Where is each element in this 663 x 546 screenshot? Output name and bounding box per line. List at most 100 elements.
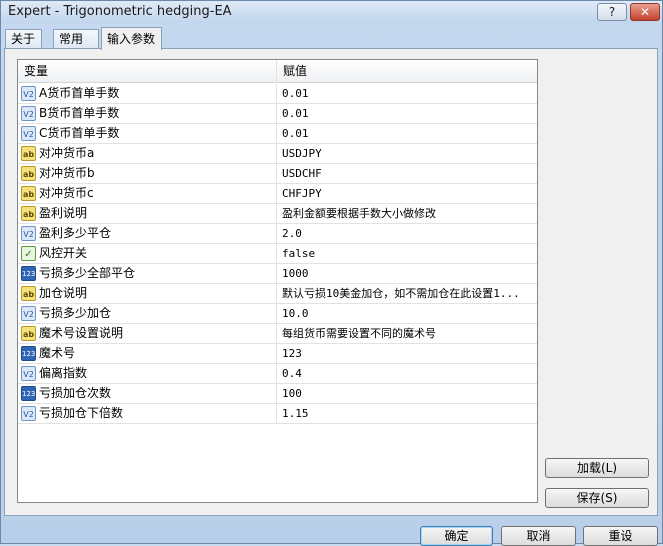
parameter-name-cell: ab 魔术号设置说明 xyxy=(18,324,277,344)
parameter-name-cell: 123 魔术号 xyxy=(18,344,277,364)
parameter-name: 盈利多少平仓 xyxy=(39,226,112,240)
reset-button[interactable]: 重设 xyxy=(583,526,658,546)
expert-properties-dialog: Expert - Trigonometric hedging-EA ? ✕ 关于… xyxy=(0,0,663,546)
parameter-row[interactable]: 123 亏损加仓次数 100 xyxy=(18,384,537,404)
integer-type-icon: 123 xyxy=(21,266,36,281)
parameter-value[interactable]: USDJPY xyxy=(277,144,537,164)
parameter-row[interactable]: ✓ 风控开关 false xyxy=(18,244,537,264)
tab-input-parameters[interactable]: 输入参数 xyxy=(101,27,162,50)
parameter-row[interactable]: V2 亏损加仓下倍数 1.15 xyxy=(18,404,537,424)
ok-button[interactable]: 确定 xyxy=(420,526,493,546)
parameter-name-cell: ab 对冲货币c xyxy=(18,184,277,204)
parameter-value[interactable]: 100 xyxy=(277,384,537,404)
string-type-icon: ab xyxy=(21,186,36,201)
parameter-row[interactable]: V2 偏离指数 0.4 xyxy=(18,364,537,384)
string-type-icon: ab xyxy=(21,166,36,181)
parameter-value[interactable]: 每组货币需要设置不同的魔术号 xyxy=(277,324,537,344)
close-button[interactable]: ✕ xyxy=(630,3,660,21)
tab-panel-input-parameters: 变量 赋值 V2 A货币首单手数 0.01 V2 B货币首单手数 0.01 V2 C货币首单手… xyxy=(4,48,658,516)
double-type-icon: V2 xyxy=(21,106,36,121)
string-type-icon: ab xyxy=(21,206,36,221)
bool-type-icon: ✓ xyxy=(21,246,36,261)
parameter-name: 对冲货币a xyxy=(39,146,95,160)
parameter-name-cell: ✓ 风控开关 xyxy=(18,244,277,264)
parameter-value[interactable]: CHFJPY xyxy=(277,184,537,204)
parameter-name-cell: V2 亏损多少加仓 xyxy=(18,304,277,324)
tab-common[interactable]: 常用 xyxy=(53,29,99,49)
parameter-value[interactable]: 2.0 xyxy=(277,224,537,244)
parameter-name: 魔术号 xyxy=(39,346,76,360)
parameter-value[interactable]: USDCHF xyxy=(277,164,537,184)
parameter-name-cell: 123 亏损加仓次数 xyxy=(18,384,277,404)
parameter-value[interactable]: 123 xyxy=(277,344,537,364)
window-title: Expert - Trigonometric hedging-EA xyxy=(8,4,232,19)
parameter-name-cell: V2 C货币首单手数 xyxy=(18,124,277,144)
parameter-row[interactable]: 123 亏损多少全部平仓 1000 xyxy=(18,264,537,284)
double-type-icon: V2 xyxy=(21,306,36,321)
parameter-name-cell: ab 对冲货币b xyxy=(18,164,277,184)
double-type-icon: V2 xyxy=(21,126,36,141)
parameter-row[interactable]: V2 盈利多少平仓 2.0 xyxy=(18,224,537,244)
parameter-rows: V2 A货币首单手数 0.01 V2 B货币首单手数 0.01 V2 C货币首单手数 0.01 a… xyxy=(18,84,537,424)
parameter-value[interactable]: 1000 xyxy=(277,264,537,284)
grid-header: 变量 赋值 xyxy=(18,60,537,83)
parameter-row[interactable]: ab 魔术号设置说明 每组货币需要设置不同的魔术号 xyxy=(18,324,537,344)
parameter-row[interactable]: V2 A货币首单手数 0.01 xyxy=(18,84,537,104)
parameter-name-cell: V2 A货币首单手数 xyxy=(18,84,277,104)
string-type-icon: ab xyxy=(21,146,36,161)
parameter-row[interactable]: ab 加仓说明 默认亏损10美金加仓，如不需加仓在此设置1... xyxy=(18,284,537,304)
parameter-name-cell: ab 加仓说明 xyxy=(18,284,277,304)
parameter-row[interactable]: ab 对冲货币b USDCHF xyxy=(18,164,537,184)
string-type-icon: ab xyxy=(21,326,36,341)
load-button[interactable]: 加载(L) xyxy=(545,458,649,478)
parameter-name: A货币首单手数 xyxy=(39,86,120,100)
parameter-value[interactable]: 1.15 xyxy=(277,404,537,424)
parameter-name: 偏离指数 xyxy=(39,366,88,380)
parameter-row[interactable]: V2 C货币首单手数 0.01 xyxy=(18,124,537,144)
column-header-variable[interactable]: 变量 xyxy=(18,60,277,83)
parameter-name: 对冲货币b xyxy=(39,166,95,180)
cancel-button[interactable]: 取消 xyxy=(501,526,576,546)
parameter-name: 亏损多少加仓 xyxy=(39,306,112,320)
parameter-row[interactable]: 123 魔术号 123 xyxy=(18,344,537,364)
parameter-value[interactable]: 盈利金额要根据手数大小做修改 xyxy=(277,204,537,224)
parameter-row[interactable]: V2 B货币首单手数 0.01 xyxy=(18,104,537,124)
parameter-value[interactable]: 0.01 xyxy=(277,104,537,124)
title-bar[interactable]: Expert - Trigonometric hedging-EA ? ✕ xyxy=(1,1,662,23)
double-type-icon: V2 xyxy=(21,226,36,241)
parameter-name: 亏损加仓下倍数 xyxy=(39,406,124,420)
parameter-name: 亏损多少全部平仓 xyxy=(39,266,136,280)
parameter-name: 对冲货币c xyxy=(39,186,94,200)
save-button[interactable]: 保存(S) xyxy=(545,488,649,508)
parameter-name-cell: V2 偏离指数 xyxy=(18,364,277,384)
parameters-grid[interactable]: 变量 赋值 V2 A货币首单手数 0.01 V2 B货币首单手数 0.01 V2 C货币首单手… xyxy=(17,59,538,503)
parameter-row[interactable]: ab 盈利说明 盈利金额要根据手数大小做修改 xyxy=(18,204,537,224)
string-type-icon: ab xyxy=(21,286,36,301)
help-button[interactable]: ? xyxy=(597,3,627,21)
parameter-value[interactable]: false xyxy=(277,244,537,264)
parameter-name: 风控开关 xyxy=(39,246,88,260)
integer-type-icon: 123 xyxy=(21,386,36,401)
parameter-name-cell: V2 盈利多少平仓 xyxy=(18,224,277,244)
double-type-icon: V2 xyxy=(21,86,36,101)
parameter-value[interactable]: 10.0 xyxy=(277,304,537,324)
parameter-name: 加仓说明 xyxy=(39,286,88,300)
parameter-name: 亏损加仓次数 xyxy=(39,386,112,400)
parameter-row[interactable]: V2 亏损多少加仓 10.0 xyxy=(18,304,537,324)
parameter-name: 盈利说明 xyxy=(39,206,88,220)
parameter-row[interactable]: ab 对冲货币a USDJPY xyxy=(18,144,537,164)
parameter-name-cell: V2 B货币首单手数 xyxy=(18,104,277,124)
parameter-row[interactable]: ab 对冲货币c CHFJPY xyxy=(18,184,537,204)
parameter-value[interactable]: 0.01 xyxy=(277,124,537,144)
parameter-name: 魔术号设置说明 xyxy=(39,326,124,340)
parameter-name-cell: ab 对冲货币a xyxy=(18,144,277,164)
tab-about[interactable]: 关于 xyxy=(5,29,42,49)
column-header-value[interactable]: 赋值 xyxy=(277,60,537,83)
parameter-name-cell: ab 盈利说明 xyxy=(18,204,277,224)
double-type-icon: V2 xyxy=(21,406,36,421)
integer-type-icon: 123 xyxy=(21,346,36,361)
parameter-value[interactable]: 0.01 xyxy=(277,84,537,104)
parameter-value[interactable]: 0.4 xyxy=(277,364,537,384)
parameter-value[interactable]: 默认亏损10美金加仓，如不需加仓在此设置1... xyxy=(277,284,537,304)
parameter-name: C货币首单手数 xyxy=(39,126,120,140)
